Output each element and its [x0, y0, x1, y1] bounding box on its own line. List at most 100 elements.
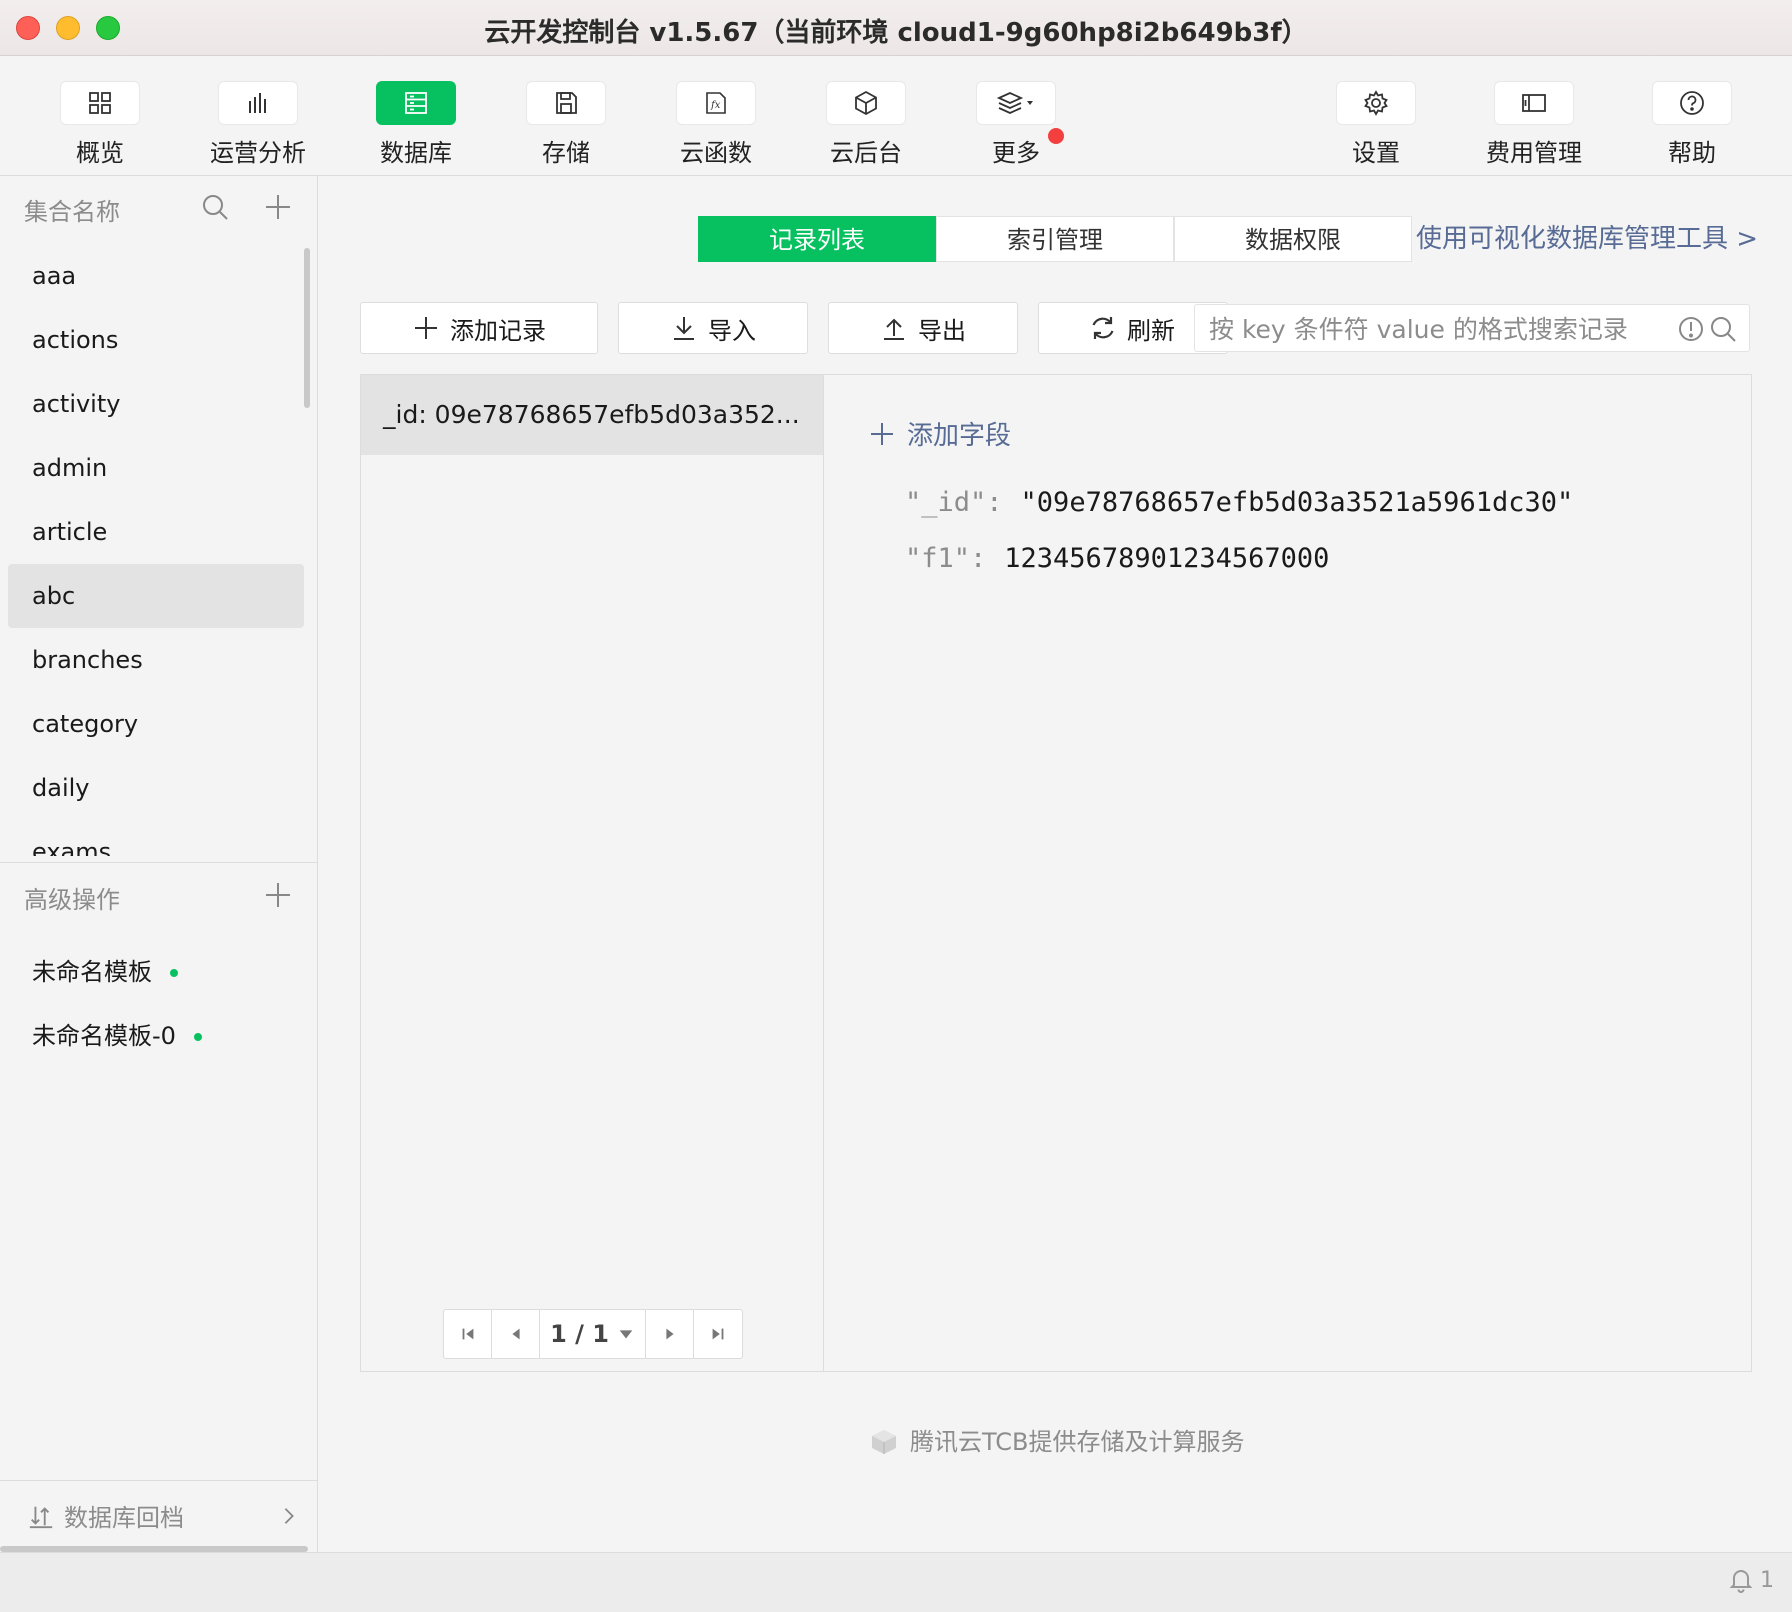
toolbar-database[interactable]: 数据库 — [356, 81, 476, 171]
export-button[interactable]: 导出 — [828, 302, 1018, 354]
svg-text:fx: fx — [710, 100, 721, 111]
status-dot — [193, 1033, 202, 1041]
visual-db-tool-link[interactable]: 使用可视化数据库管理工具 > — [1416, 218, 1758, 255]
toolbar-overview[interactable]: 概览 — [40, 81, 160, 171]
toolbar-billing-label: 费用管理 — [1486, 139, 1582, 167]
toolbar-overview-label: 概览 — [76, 139, 124, 167]
next-page-button[interactable] — [646, 1310, 694, 1358]
function-icon: fx — [706, 92, 726, 114]
database-backup-item[interactable]: 数据库回档 — [28, 1498, 298, 1533]
collections-header: 集合名称 — [24, 198, 120, 226]
add-record-label: 添加记录 — [450, 316, 546, 345]
footer-brand-text: 腾讯云TCB提供存储及计算服务 — [910, 1428, 1245, 1456]
first-page-button[interactable] — [444, 1310, 492, 1358]
tcb-logo-icon — [872, 1429, 896, 1454]
wallet-icon — [1522, 94, 1546, 112]
last-page-icon — [712, 1328, 724, 1340]
refresh-label: 刷新 — [1127, 316, 1175, 345]
collection-list: aaa actions activity admin article abc b… — [8, 244, 304, 856]
toolbar-cloud-functions-label: 云函数 — [680, 139, 752, 167]
toolbar-cloud-backend[interactable]: 云后台 — [806, 81, 926, 171]
prev-page-icon — [511, 1328, 520, 1340]
collection-item[interactable]: daily — [8, 756, 304, 820]
record-search-box — [1194, 304, 1750, 352]
collection-item[interactable]: article — [8, 500, 304, 564]
info-icon[interactable] — [1677, 315, 1705, 343]
page-select[interactable]: 1 / 1 — [540, 1310, 646, 1358]
toolbar-storage[interactable]: 存储 — [506, 81, 626, 171]
template-item[interactable]: 未命名模板 — [32, 952, 178, 987]
toolbar-cloud-backend-label: 云后台 — [830, 139, 902, 167]
record-item-selected[interactable]: _id: 09e78768657efb5d03a352... — [361, 375, 823, 455]
sort-icon — [29, 1506, 53, 1528]
field-key: "f1": — [905, 543, 987, 574]
toolbar-database-label: 数据库 — [380, 139, 452, 167]
template-item[interactable]: 未命名模板-0 — [32, 1016, 202, 1051]
bell-icon — [1729, 1570, 1753, 1593]
search-icon[interactable] — [200, 192, 230, 222]
window-title: 云开发控制台 v1.5.67（当前环境 cloud1-9g60hp8i2b649… — [484, 18, 1308, 48]
field-value: 12345678901234567000 — [1004, 543, 1330, 574]
status-dot — [170, 969, 178, 977]
title-bar: 云开发控制台 v1.5.67（当前环境 cloud1-9g60hp8i2b649… — [0, 0, 1792, 56]
page-indicator: 1 / 1 — [550, 1320, 609, 1348]
toolbar-settings[interactable]: 设置 — [1316, 81, 1436, 171]
add-field-label: 添加字段 — [907, 421, 1012, 451]
tab-data-permissions[interactable]: 数据权限 — [1174, 216, 1412, 262]
upload-icon — [884, 318, 904, 340]
collection-item[interactable]: aaa — [8, 244, 304, 308]
chevron-down-icon — [619, 1330, 633, 1339]
toolbar-billing[interactable]: 费用管理 — [1474, 81, 1594, 171]
collection-item[interactable]: branches — [8, 628, 304, 692]
bar-chart-icon — [249, 93, 266, 113]
download-icon — [674, 317, 694, 340]
toolbar-cloud-functions[interactable]: fx 云函数 — [656, 81, 776, 171]
sidebar-divider — [0, 1480, 318, 1481]
record-search-input[interactable] — [1209, 311, 1669, 347]
collection-item[interactable]: exams — [8, 820, 304, 856]
save-icon — [556, 92, 577, 114]
collection-item[interactable]: admin — [8, 436, 304, 500]
import-label: 导入 — [708, 316, 756, 345]
field-row-f1[interactable]: "f1": 12345678901234567000 — [905, 543, 1329, 574]
add-template-icon[interactable] — [263, 880, 293, 910]
toolbar-help-label: 帮助 — [1668, 139, 1716, 167]
cube-icon — [855, 90, 877, 116]
notification-count: 1 — [1760, 1567, 1774, 1593]
add-field-button[interactable]: 添加字段 — [869, 415, 1011, 452]
collection-item[interactable]: activity — [8, 372, 304, 436]
advanced-header: 高级操作 — [24, 886, 120, 914]
add-record-button[interactable]: 添加记录 — [360, 302, 598, 354]
database-backup-label: 数据库回档 — [64, 1504, 184, 1532]
template-label: 未命名模板-0 — [32, 1022, 176, 1050]
collection-item[interactable]: category — [8, 692, 304, 756]
field-row-id[interactable]: "_id": "09e78768657efb5d03a3521a5961dc30" — [905, 487, 1573, 518]
main-toolbar: 概览 运营分析 数据库 存储 fx 云函数 云后台 更多 设置 费用管理 帮助 — [0, 56, 1792, 176]
layers-icon — [996, 92, 1033, 114]
tab-record-list[interactable]: 记录列表 — [698, 216, 936, 262]
footer-brand: 腾讯云TCB提供存储及计算服务 — [868, 1422, 1244, 1457]
prev-page-button[interactable] — [492, 1310, 540, 1358]
collection-sidebar: 集合名称 aaa actions activity admin article … — [0, 176, 318, 1552]
tab-index-management[interactable]: 索引管理 — [936, 216, 1174, 262]
notifications-button[interactable]: 1 — [1728, 1567, 1774, 1593]
import-button[interactable]: 导入 — [618, 302, 808, 354]
pagination: 1 / 1 — [443, 1309, 743, 1359]
toolbar-more[interactable]: 更多 — [956, 81, 1076, 171]
refresh-icon — [1092, 317, 1114, 339]
toolbar-analytics[interactable]: 运营分析 — [198, 81, 318, 171]
toolbar-help[interactable]: 帮助 — [1632, 81, 1752, 171]
add-collection-icon[interactable] — [263, 192, 293, 222]
database-icon — [405, 92, 427, 114]
field-value: "09e78768657efb5d03a3521a5961dc30" — [1020, 487, 1574, 518]
last-page-button[interactable] — [694, 1310, 742, 1358]
search-icon[interactable] — [1709, 315, 1737, 343]
gear-icon — [1364, 90, 1388, 116]
sidebar-divider — [0, 862, 318, 863]
next-page-icon — [665, 1328, 674, 1340]
collection-item-selected[interactable]: abc — [8, 564, 304, 628]
help-icon — [1680, 91, 1704, 115]
export-label: 导出 — [918, 316, 966, 345]
sidebar-scrollbar[interactable] — [304, 248, 310, 408]
collection-item[interactable]: actions — [8, 308, 304, 372]
